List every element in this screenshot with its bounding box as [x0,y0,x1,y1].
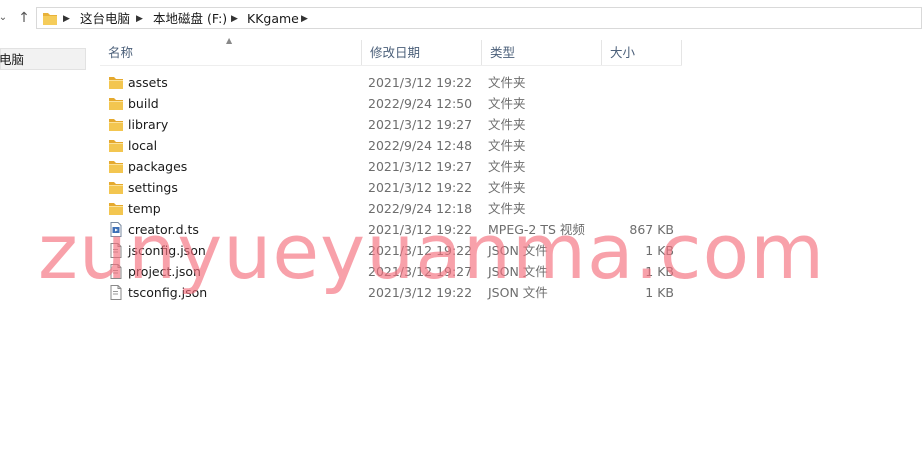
file-row[interactable]: assets 2021/3/12 19:22 文件夹 [100,72,682,93]
file-modified-date: 2022/9/24 12:48 [368,138,473,153]
column-header-size[interactable]: 大小 [602,40,682,65]
folder-icon [108,201,124,216]
file-modified-date: 2022/9/24 12:18 [368,201,473,216]
file-type: MPEG-2 TS 视频 [488,222,585,237]
file-row[interactable]: creator.d.ts 2021/3/12 19:22 MPEG-2 TS 视频 8… [100,219,682,240]
file-size: 1 KB [645,243,674,258]
file-row[interactable]: packages 2021/3/12 19:27 文件夹 [100,156,682,177]
file-name: build [128,96,159,111]
file-name: settings [128,180,178,195]
file-type: 文件夹 [488,75,526,90]
breadcrumb-chevron-icon[interactable]: ▶ [63,10,70,28]
folder-icon [108,96,124,111]
json-file-icon [108,285,124,300]
file-name: packages [128,159,188,174]
file-modified-date: 2021/3/12 19:22 [368,222,473,237]
file-row[interactable]: local 2022/9/24 12:48 文件夹 [100,135,682,156]
folder-icon [108,138,124,153]
file-row[interactable]: project.json 2021/3/12 19:27 JSON 文件 1 KB [100,261,682,282]
file-name: jsconfig.json [128,243,206,258]
file-type: JSON 文件 [488,264,548,279]
file-type: 文件夹 [488,159,526,174]
file-type: 文件夹 [488,117,526,132]
breadcrumb-chevron-icon[interactable]: ▶ [136,10,143,28]
breadcrumb-kkgame[interactable]: KKgame [247,10,299,28]
column-header-date[interactable]: 修改日期 [362,40,482,65]
file-type: 文件夹 [488,180,526,195]
file-type: JSON 文件 [488,285,548,300]
file-type: 文件夹 [488,138,526,153]
file-row[interactable]: temp 2022/9/24 12:18 文件夹 [100,198,682,219]
file-row[interactable]: tsconfig.json 2021/3/12 19:22 JSON 文件 1 KB [100,282,682,303]
json-file-icon [108,264,124,279]
file-modified-date: 2021/3/12 19:22 [368,180,473,195]
nav-pane-item-label: 电脑 [0,52,25,67]
file-name: project.json [128,264,201,279]
json-file-icon [108,243,124,258]
up-arrow-icon[interactable]: ↑ [15,8,33,28]
file-type: 文件夹 [488,201,526,216]
column-header-name[interactable]: 名称 [100,40,362,65]
folder-icon [108,180,124,195]
folder-icon [108,75,124,90]
file-modified-date: 2022/9/24 12:50 [368,96,473,111]
file-row[interactable]: library 2021/3/12 19:27 文件夹 [100,114,682,135]
recent-locations-chevron-icon[interactable]: ⌄ [0,8,12,28]
header-divider [100,65,682,66]
nav-pane-item-this-pc[interactable]: 电脑 [0,48,86,70]
file-modified-date: 2021/3/12 19:22 [368,75,473,90]
video-file-icon [108,222,124,237]
address-bar[interactable]: ▶ 这台电脑 ▶ 本地磁盘 (F:) ▶ KKgame ▶ [36,7,922,29]
file-name: creator.d.ts [128,222,199,237]
file-row[interactable]: settings 2021/3/12 19:22 文件夹 [100,177,682,198]
file-name: temp [128,201,161,216]
file-type: 文件夹 [488,96,526,111]
breadcrumb-chevron-icon[interactable]: ▶ [231,10,238,28]
file-name: library [128,117,169,132]
breadcrumb-chevron-icon[interactable]: ▶ [301,10,308,28]
folder-icon [108,117,124,132]
file-modified-date: 2021/3/12 19:27 [368,117,473,132]
file-modified-date: 2021/3/12 19:27 [368,264,473,279]
file-type: JSON 文件 [488,243,548,258]
folder-icon [43,13,57,25]
folder-icon [108,159,124,174]
address-toolbar: ⌄ ↑ ▶ 这台电脑 ▶ 本地磁盘 (F:) ▶ KKgame ▶ [0,0,924,36]
file-size: 1 KB [645,264,674,279]
breadcrumb-this-pc[interactable]: 这台电脑 [80,10,130,28]
column-header-type[interactable]: 类型 [482,40,602,65]
breadcrumb-drive-f[interactable]: 本地磁盘 (F:) [153,10,227,28]
file-name: assets [128,75,168,90]
file-name: tsconfig.json [128,285,208,300]
file-size: 1 KB [645,285,674,300]
file-modified-date: 2021/3/12 19:27 [368,159,473,174]
file-name: local [128,138,158,153]
file-modified-date: 2021/3/12 19:22 [368,285,473,300]
file-row[interactable]: build 2022/9/24 12:50 文件夹 [100,93,682,114]
file-modified-date: 2021/3/12 19:22 [368,243,473,258]
file-row[interactable]: jsconfig.json 2021/3/12 19:22 JSON 文件 1 KB [100,240,682,261]
file-size: 867 KB [629,222,674,237]
